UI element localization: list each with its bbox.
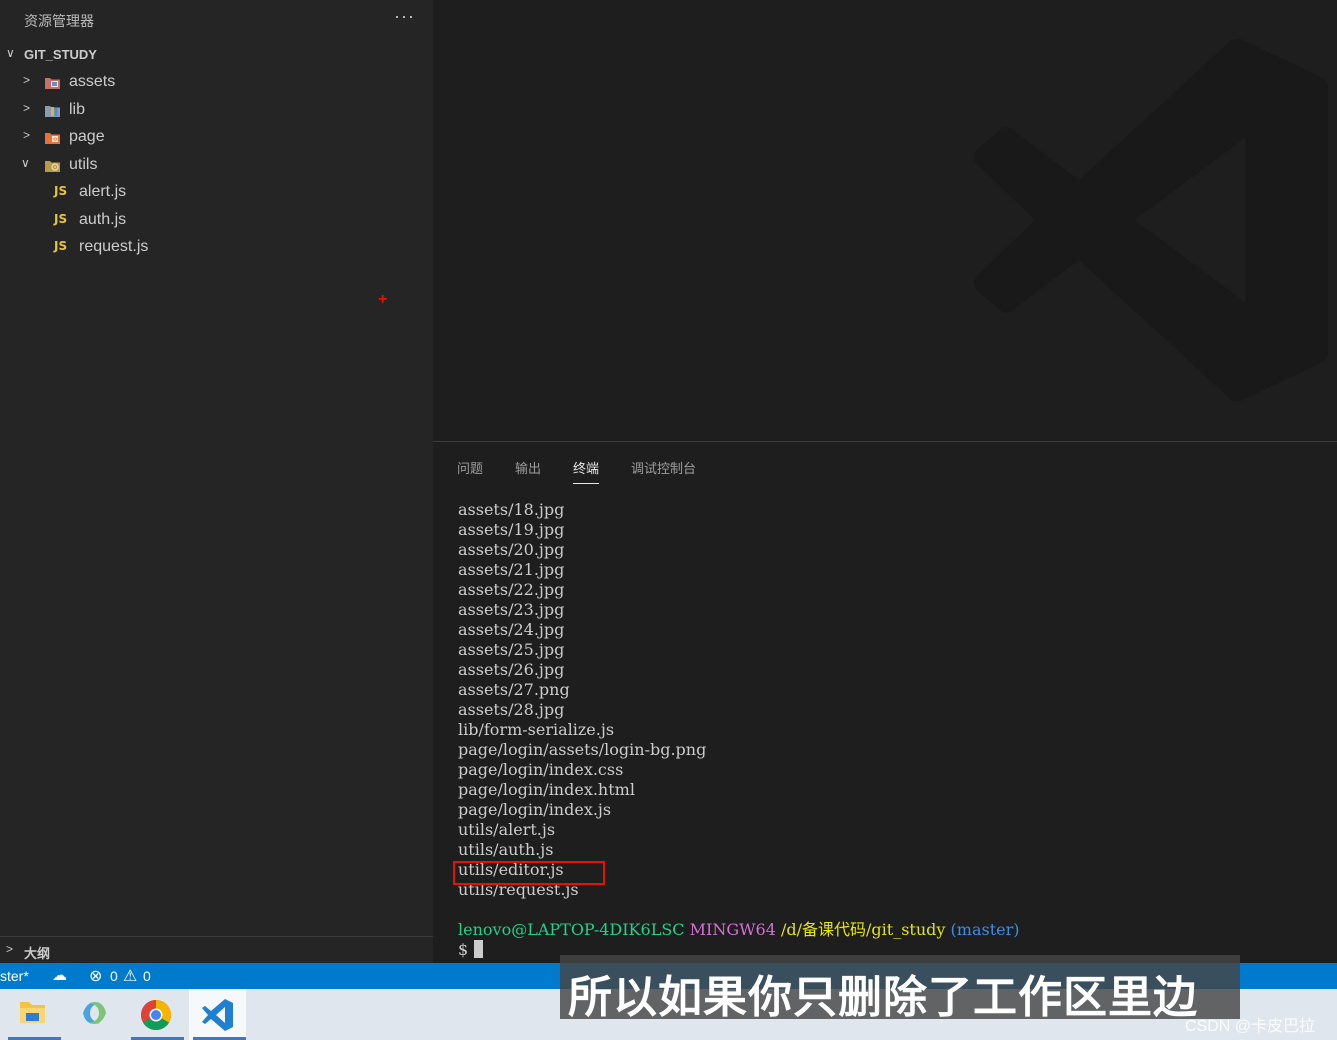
tree-item-request-js[interactable]: JS request.js: [0, 235, 433, 262]
terminal-line: assets/22.jpg: [458, 580, 565, 599]
prompt-user-host: lenovo@LAPTOP-4DIK6LSC: [458, 920, 685, 939]
tab-problems[interactable]: 问题: [457, 458, 483, 483]
explorer-title: 资源管理器: [24, 13, 94, 29]
error-icon[interactable]: ⊗: [89, 966, 102, 986]
project-name: GIT_STUDY: [24, 47, 97, 62]
tree-item-label: lib: [69, 101, 86, 118]
git-branch-status[interactable]: ster*: [0, 968, 29, 984]
taskbar-app-2[interactable]: [66, 989, 123, 1040]
warning-icon[interactable]: ⚠: [123, 966, 137, 986]
taskbar-chrome[interactable]: [127, 989, 184, 1040]
terminal-line: assets/18.jpg: [458, 500, 565, 519]
js-file-icon: JS: [54, 212, 68, 226]
terminal-line: lib/form-serialize.js: [458, 720, 615, 739]
tree-item-label: alert.js: [79, 183, 127, 200]
terminal-output[interactable]: assets/18.jpg assets/19.jpg assets/20.jp…: [458, 500, 1019, 960]
terminal-prompt: lenovo@LAPTOP-4DIK6LSC MINGW64 /d/备课代码/g…: [458, 920, 1019, 940]
chevron-right-icon: >: [23, 128, 31, 142]
terminal-line: assets/25.jpg: [458, 640, 565, 659]
page-folder-icon: [45, 133, 60, 144]
prompt-system: MINGW64: [689, 920, 776, 939]
red-plus-marker: +: [378, 291, 388, 308]
outline-label: 大纲: [24, 946, 51, 961]
terminal-line: assets/26.jpg: [458, 660, 565, 679]
tree-item-utils[interactable]: ∨ utils: [0, 153, 433, 180]
cloud-sync-icon[interactable]: ☁: [52, 966, 67, 984]
chevron-down-icon: ∨: [6, 46, 15, 60]
terminal-line: page/login/index.html: [458, 780, 635, 799]
tab-debug-console[interactable]: 调试控制台: [631, 458, 696, 483]
highlight-box: [453, 861, 605, 885]
terminal-line: assets/20.jpg: [458, 540, 565, 559]
chevron-down-icon: ∨: [21, 156, 30, 170]
tree-item-lib[interactable]: > lib: [0, 98, 433, 125]
vscode-icon: [202, 999, 233, 1031]
chevron-right-icon: >: [23, 101, 31, 115]
prompt-branch: (master): [950, 920, 1020, 939]
terminal-line: assets/19.jpg: [458, 520, 565, 539]
terminal-cursor: [474, 940, 484, 958]
more-actions-icon[interactable]: ···: [394, 6, 415, 27]
tree-item-label: request.js: [79, 238, 149, 255]
chevron-right-icon: >: [6, 942, 14, 956]
js-file-icon: JS: [54, 184, 68, 198]
outline-section-header[interactable]: > 大纲: [0, 936, 433, 963]
warning-count[interactable]: 0: [143, 968, 151, 984]
tab-output[interactable]: 输出: [515, 458, 541, 483]
terminal-line: assets/28.jpg: [458, 700, 565, 719]
terminal-line: assets/24.jpg: [458, 620, 565, 639]
tab-terminal[interactable]: 终端: [573, 458, 600, 484]
prompt-path: /d/备课代码/git_study: [781, 920, 946, 939]
app-swirl-icon: [83, 1002, 106, 1024]
csdn-watermark: CSDN @卡皮巴拉: [1185, 1018, 1316, 1035]
taskbar-file-explorer[interactable]: [4, 989, 61, 1040]
terminal-line: utils/alert.js: [458, 820, 556, 839]
terminal-line: page/login/index.js: [458, 800, 612, 819]
tree-item-label: page: [69, 128, 105, 145]
chrome-icon: [140, 1000, 172, 1031]
project-folder-header[interactable]: ∨ GIT_STUDY: [0, 44, 433, 66]
terminal-line: utils/auth.js: [458, 840, 554, 859]
explorer-sidebar: 资源管理器 ··· ∨ GIT_STUDY > assets > lib > p…: [0, 0, 433, 963]
tree-item-alert-js[interactable]: JS alert.js: [0, 180, 433, 207]
video-subtitle: 所以如果你只删除了工作区里边: [560, 955, 1240, 1023]
utils-folder-icon: [45, 161, 60, 172]
subtitle-text: 所以如果你只删除了工作区里边: [568, 972, 1198, 1023]
tree-item-label: assets: [69, 73, 116, 90]
js-file-icon: JS: [54, 239, 68, 253]
prompt-symbol: $: [458, 940, 469, 959]
editor-area: [433, 0, 1337, 441]
taskbar-vscode[interactable]: [189, 989, 246, 1040]
assets-folder-icon: [45, 78, 60, 89]
terminal-line: page/login/assets/login-bg.png: [458, 740, 707, 759]
tree-item-assets[interactable]: > assets: [0, 70, 433, 97]
terminal-line: assets/21.jpg: [458, 560, 565, 579]
file-explorer-icon: [20, 1002, 45, 1023]
vscode-watermark-icon: [974, 38, 1328, 402]
tree-item-page[interactable]: > page: [0, 125, 433, 152]
error-count[interactable]: 0: [110, 968, 118, 984]
terminal-line: assets/23.jpg: [458, 600, 565, 619]
tree-item-label: utils: [69, 156, 98, 173]
lib-folder-icon: [45, 106, 60, 117]
tree-item-auth-js[interactable]: JS auth.js: [0, 208, 433, 235]
terminal-line: page/login/index.css: [458, 760, 624, 779]
chevron-right-icon: >: [23, 73, 31, 87]
tree-item-label: auth.js: [79, 211, 127, 228]
terminal-line: assets/27.png: [458, 680, 570, 699]
